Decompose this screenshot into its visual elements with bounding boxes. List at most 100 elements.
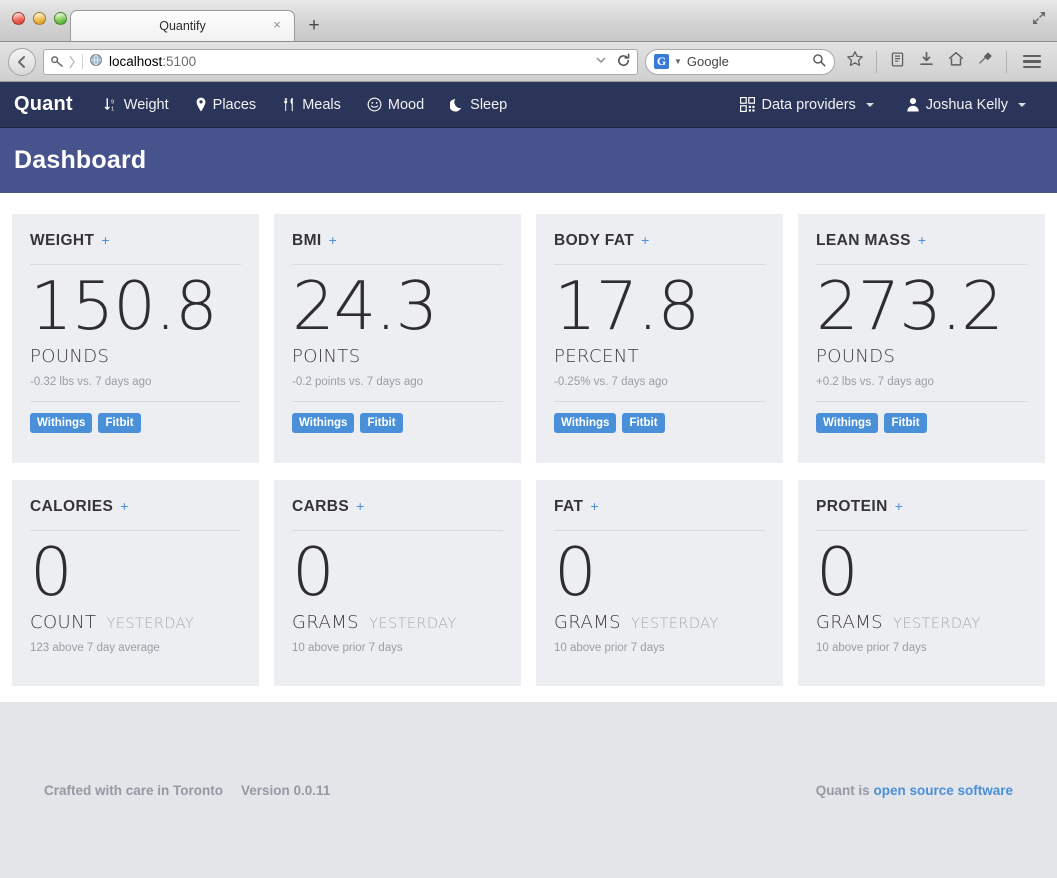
card-title: CALORIES + [30, 498, 241, 516]
chevron-down-icon[interactable] [595, 54, 607, 69]
card-title: BMI + [292, 232, 503, 250]
zoom-window-button[interactable] [54, 12, 67, 25]
url-text: localhost:5100 [109, 54, 197, 69]
card-title-label: BMI [292, 232, 322, 249]
add-metric-icon[interactable]: + [895, 498, 904, 514]
nav-item-mood[interactable]: Mood [358, 92, 433, 118]
metric-unit-label: GRAMS [816, 612, 883, 633]
add-metric-icon[interactable]: + [120, 498, 129, 514]
metric-unit: GRAMS YESTERDAY [292, 612, 503, 633]
tab-title: Quantify [159, 19, 206, 33]
add-metric-icon[interactable]: + [101, 232, 110, 248]
provider-badge[interactable]: Fitbit [884, 413, 927, 433]
toolbar-icons [842, 50, 1049, 73]
address-bar[interactable]: localhost:5100 [43, 48, 638, 75]
provider-badge[interactable]: Withings [30, 413, 93, 433]
search-bar[interactable]: G ▼ Google [645, 48, 835, 75]
metric-delta: -0.32 lbs vs. 7 days ago [30, 376, 152, 388]
metric-unit: PERCENT [554, 346, 640, 367]
new-tab-button[interactable]: + [299, 13, 329, 41]
provider-badge[interactable]: Fitbit [360, 413, 403, 433]
provider-badge[interactable]: Fitbit [622, 413, 665, 433]
card-title: CARBS + [292, 498, 503, 516]
page-footer: Crafted with care in Toronto Version 0.0… [0, 702, 1057, 878]
search-icon[interactable] [812, 53, 826, 70]
key-icon[interactable] [50, 54, 83, 69]
metric-card-fat[interactable]: FAT + 0 GRAMS YESTERDAY 10 above prior 7… [536, 480, 783, 686]
app-brand[interactable]: Quant [14, 93, 73, 116]
toolbar-divider [876, 50, 877, 73]
nav-item-label: Data providers [761, 96, 856, 113]
search-input[interactable]: Google [687, 54, 807, 69]
add-metric-icon[interactable]: + [918, 232, 927, 248]
add-metric-icon[interactable]: + [590, 498, 599, 514]
pocket-icon[interactable] [977, 51, 994, 73]
close-tab-icon[interactable]: × [270, 18, 284, 32]
metric-card-carbs[interactable]: CARBS + 0 GRAMS YESTERDAY 10 above prior… [274, 480, 521, 686]
google-icon: G [654, 54, 669, 69]
nav-item-weight[interactable]: 9 1 Weight [95, 92, 178, 118]
divider [292, 264, 503, 265]
app-navbar: Quant 9 1 Weight Places Meals Mood Sleep… [0, 82, 1057, 127]
metric-card-calories[interactable]: CALORIES + 0 COUNT YESTERDAY 123 above 7… [12, 480, 259, 686]
provider-badge[interactable]: Fitbit [98, 413, 141, 433]
open-source-link[interactable]: open source software [873, 783, 1013, 798]
toolbar-divider [1006, 50, 1007, 73]
browser-window: Quantify × + localhost:5100 G ▼ Google Q… [0, 0, 1057, 878]
page-header: Dashboard [0, 127, 1057, 193]
divider [554, 401, 765, 402]
metric-delta: -0.25% vs. 7 days ago [554, 376, 668, 388]
divider [30, 530, 241, 531]
chevron-down-icon [1018, 102, 1026, 107]
footer-open-source-prefix: Quant is [815, 782, 874, 798]
card-title: LEAN MASS + [816, 232, 1027, 250]
add-metric-icon[interactable]: + [356, 498, 365, 514]
card-title-label: CARBS [292, 498, 350, 515]
add-metric-icon[interactable]: + [329, 232, 338, 248]
minimize-window-button[interactable] [33, 12, 46, 25]
reload-icon[interactable] [616, 53, 631, 71]
chevron-down-icon[interactable]: ▼ [674, 57, 682, 66]
nav-item-data-providers[interactable]: Data providers [731, 92, 882, 118]
metric-card-protein[interactable]: PROTEIN + 0 GRAMS YESTERDAY 10 above pri… [798, 480, 1045, 686]
metric-card-lean-mass[interactable]: LEAN MASS + 273.2 POUNDS +0.2 lbs vs. 7 … [798, 214, 1045, 463]
window-controls [12, 12, 67, 25]
window-titlebar: Quantify × + [0, 0, 1057, 42]
hamburger-menu-icon[interactable] [1019, 54, 1045, 69]
metric-card-weight[interactable]: WEIGHT + 150.8 POUNDS -0.32 lbs vs. 7 da… [12, 214, 259, 463]
card-title-label: LEAN MASS [816, 232, 911, 249]
reader-list-icon[interactable] [889, 51, 906, 73]
nav-item-label: Places [212, 96, 257, 113]
provider-badge[interactable]: Withings [554, 413, 617, 433]
star-icon[interactable] [846, 50, 864, 73]
download-icon[interactable] [918, 51, 935, 73]
maximize-icon[interactable] [1029, 8, 1049, 28]
page-viewport: Quant 9 1 Weight Places Meals Mood Sleep… [0, 82, 1057, 878]
user-icon [906, 97, 920, 112]
globe-icon [89, 53, 103, 70]
nav-item-label: Weight [123, 96, 169, 113]
card-title-label: FAT [554, 498, 584, 515]
sort-numeric-icon: 9 1 [104, 97, 118, 112]
nav-item-places[interactable]: Places [186, 92, 266, 118]
metric-value: 273.2 [816, 267, 1004, 345]
nav-item-label: Meals [302, 96, 341, 113]
back-icon[interactable] [8, 47, 36, 76]
home-icon[interactable] [947, 50, 965, 73]
provider-badge[interactable]: Withings [292, 413, 355, 433]
provider-badge[interactable]: Withings [816, 413, 879, 433]
add-metric-icon[interactable]: + [641, 232, 650, 248]
card-title: PROTEIN + [816, 498, 1027, 516]
nav-item-meals[interactable]: Meals [273, 92, 350, 118]
metric-card-body-fat[interactable]: BODY FAT + 17.8 PERCENT -0.25% vs. 7 day… [536, 214, 783, 463]
card-title-label: WEIGHT [30, 232, 95, 249]
metric-card-bmi[interactable]: BMI + 24.3 POINTS -0.2 points vs. 7 days… [274, 214, 521, 463]
nav-item-user-menu[interactable]: Joshua Kelly [897, 92, 1035, 118]
metric-unit: POINTS [292, 346, 361, 367]
browser-tab[interactable]: Quantify × [70, 10, 295, 41]
metric-unit: GRAMS YESTERDAY [554, 612, 765, 633]
nav-item-sleep[interactable]: Sleep [441, 92, 516, 118]
footer-right: Quant is open source software [816, 783, 1013, 798]
close-window-button[interactable] [12, 12, 25, 25]
qrcode-icon [740, 97, 756, 112]
